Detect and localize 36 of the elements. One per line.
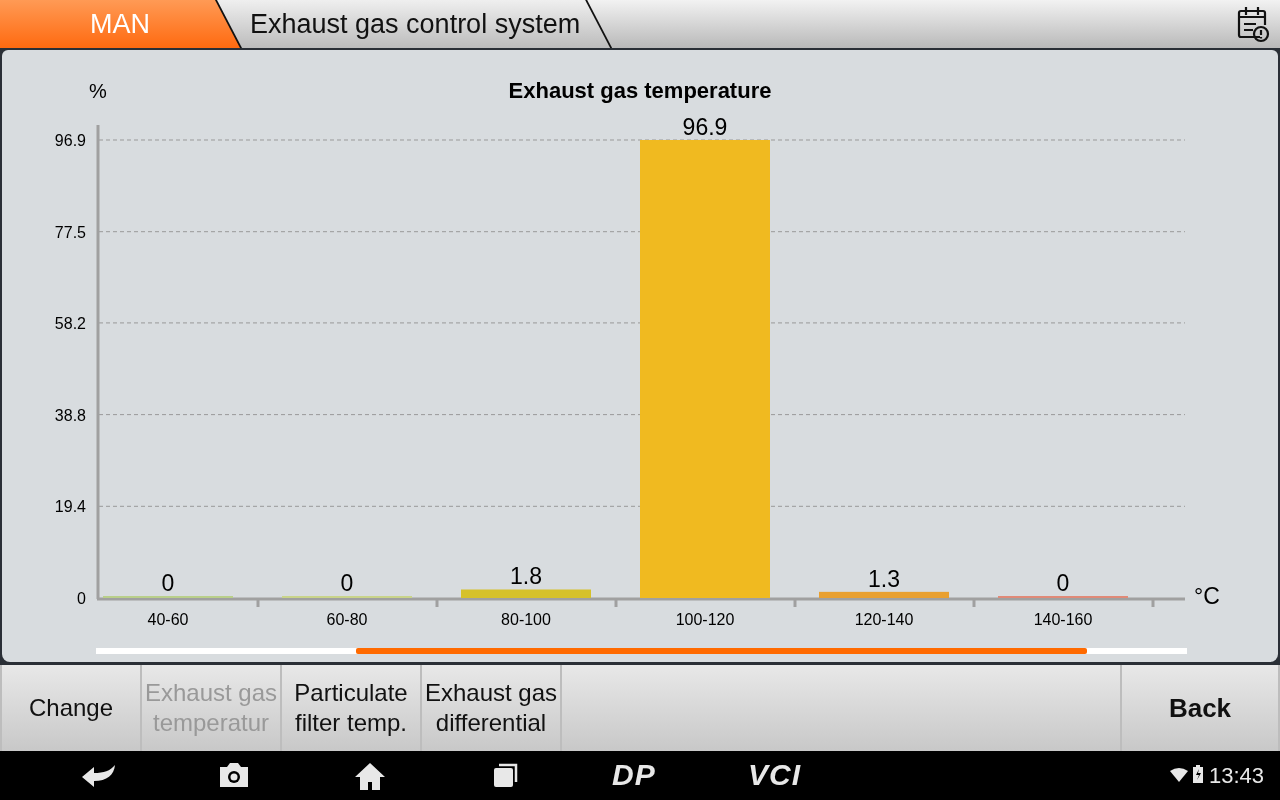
bar-value-label: 0: [1056, 570, 1070, 596]
function-button[interactable]: Exhaust gas differential: [422, 665, 560, 751]
chart-title: Exhaust gas temperature: [508, 78, 772, 103]
function-button[interactable]: Particulate filter temp.: [282, 665, 420, 751]
y-axis-unit: %: [89, 80, 107, 102]
calendar-alert-icon[interactable]: [1236, 5, 1270, 43]
y-tick-label: 58.2: [54, 314, 86, 332]
back-arrow-icon[interactable]: [80, 763, 118, 789]
dp-logo[interactable]: DP: [612, 757, 656, 793]
battery-charging-icon: [1193, 765, 1203, 783]
y-tick-label: 19.4: [54, 498, 86, 516]
y-tick-label: 38.8: [54, 406, 86, 424]
x-tick-label: 80-100: [501, 611, 551, 628]
x-axis-unit: °C: [1194, 583, 1220, 609]
bar-value-label: 1.8: [510, 563, 542, 590]
wifi-icon: [1170, 768, 1188, 782]
y-tick-label: 0: [77, 590, 86, 607]
x-tick-label: 100-120: [675, 611, 735, 628]
vci-logo[interactable]: VCI: [748, 757, 801, 793]
y-tick-label: 96.9: [54, 132, 86, 149]
x-tick-label: 120-140: [854, 611, 914, 628]
home-icon[interactable]: [354, 761, 386, 791]
x-tick-label: 40-60: [147, 611, 189, 628]
bar-value-label: 0: [340, 570, 354, 596]
bar-value-label: 96.9: [682, 114, 728, 140]
bar-value-label: 1.3: [868, 565, 900, 592]
scrollbar[interactable]: [96, 648, 1187, 654]
recent-apps-icon[interactable]: [492, 761, 520, 789]
y-tick-label: 77.5: [54, 223, 86, 241]
clock-time: 13:43: [1208, 763, 1264, 789]
function-button[interactable]: Change: [2, 665, 140, 751]
back-button[interactable]: Back: [1122, 665, 1278, 751]
x-tick-label: 140-160: [1033, 611, 1093, 628]
bar-value-label: 0: [161, 570, 175, 596]
camera-icon[interactable]: [217, 761, 251, 789]
x-tick-label: 60-80: [326, 611, 368, 628]
